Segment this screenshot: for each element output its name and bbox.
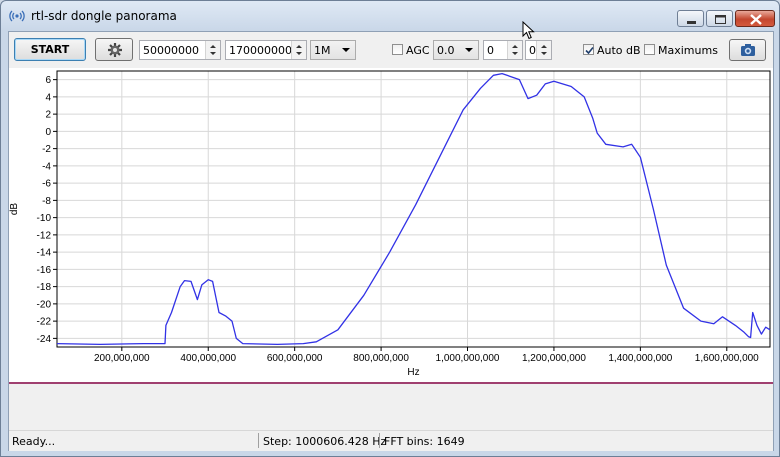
y-tick-label: -16 [37, 265, 52, 276]
step-select[interactable]: 1M [310, 40, 356, 60]
x-tick-label: 400,000,000 [180, 353, 236, 364]
gain-select[interactable]: 0.0 [433, 40, 479, 60]
status-separator [379, 433, 380, 448]
y-tick-label: -4 [42, 161, 51, 172]
gear-icon [108, 43, 122, 57]
maximums-label: Maximums [658, 44, 718, 57]
end-frequency-stepper[interactable] [291, 41, 306, 59]
status-fft-bins: FFT bins: 1649 [384, 435, 465, 448]
x-tick-label: 600,000,000 [267, 353, 323, 364]
waterfall-panel [9, 384, 773, 429]
minimize-icon [687, 21, 696, 24]
status-bar: Ready... Step: 1000606.428 Hz FFT bins: … [9, 430, 773, 451]
start-frequency-input[interactable]: 50000000 [139, 40, 221, 60]
spectrum-plot[interactable]: 6 4 2 0 -2 -4 -6 -8 -10 -12 -14 -16 -18 -20 -22 -24 200,… [9, 68, 773, 382]
offset-value: 0 [529, 44, 536, 57]
x-tick-label: 200,000,000 [94, 353, 150, 364]
x-tick-label: 1,400,000,000 [608, 353, 672, 364]
correction-stepper[interactable] [507, 41, 522, 59]
gain-select-value: 0.0 [437, 44, 455, 57]
close-button[interactable] [735, 10, 775, 27]
end-frequency-input[interactable]: 1700000000 [225, 40, 307, 60]
auto-db-checkbox[interactable] [583, 44, 594, 55]
antenna-icon [9, 10, 25, 22]
y-tick-label: -8 [42, 196, 51, 207]
status-message: Ready... [12, 435, 56, 448]
y-tick-label: -22 [37, 317, 52, 328]
window-title: rtl-sdr dongle panorama [31, 9, 177, 23]
start-frequency-stepper[interactable] [205, 41, 220, 59]
chevron-down-icon [342, 48, 350, 52]
status-separator [258, 433, 259, 448]
screenshot-button[interactable] [729, 39, 766, 61]
offset-input[interactable]: 0 [525, 40, 552, 60]
x-axis-label: Hz [407, 367, 419, 378]
close-icon [750, 14, 762, 25]
y-tick-label: -20 [37, 299, 52, 310]
main-window: rtl-sdr dongle panorama START 50000000 1… [0, 0, 780, 457]
agc-label: AGC [406, 44, 430, 57]
y-tick-label: -10 [37, 213, 52, 224]
start-frequency-value: 50000000 [143, 44, 199, 57]
offset-stepper[interactable] [536, 41, 551, 59]
checkmark-icon [585, 46, 594, 55]
y-tick-label: -18 [37, 282, 52, 293]
auto-db-label: Auto dB [597, 44, 641, 57]
end-frequency-value: 1700000000 [229, 44, 299, 57]
y-tick-label: -2 [42, 144, 51, 155]
mouse-pointer-icon [522, 21, 535, 40]
settings-button[interactable] [95, 38, 133, 61]
y-tick-label: 0 [45, 127, 51, 138]
maximize-button[interactable] [706, 10, 733, 27]
minimize-button[interactable] [677, 10, 704, 27]
y-axis-label: dB [9, 203, 20, 216]
camera-icon [741, 44, 755, 56]
maximize-icon [715, 15, 726, 24]
y-tick-label: -6 [42, 179, 51, 190]
correction-input[interactable]: 0 [483, 40, 523, 60]
start-button[interactable]: START [14, 38, 86, 61]
spectrum-chart[interactable]: 6 4 2 0 -2 -4 -6 -8 -10 -12 -14 -16 -18 -20 -22 -24 200,… [9, 68, 773, 382]
x-tick-label: 1,200,000,000 [522, 353, 586, 364]
app-client-area: START 50000000 1700000000 1M AGC 0.0 0 0… [8, 31, 774, 451]
x-tick-label: 1,000,000,000 [436, 353, 500, 364]
status-step: Step: 1000606.428 Hz [263, 435, 387, 448]
x-tick-label: 1,600,000,000 [695, 353, 759, 364]
y-tick-label: -14 [37, 248, 52, 259]
y-tick-label: 6 [45, 75, 51, 86]
chevron-down-icon [465, 48, 473, 52]
step-select-value: 1M [314, 44, 331, 57]
maximums-checkbox[interactable] [644, 44, 655, 55]
y-tick-label: -12 [37, 230, 52, 241]
agc-checkbox[interactable] [392, 44, 403, 55]
y-tick-label: -24 [37, 334, 52, 345]
y-tick-label: 2 [45, 110, 51, 121]
y-tick-label: 4 [45, 92, 51, 103]
correction-value: 0 [487, 44, 494, 57]
x-tick-label: 800,000,000 [353, 353, 409, 364]
title-bar[interactable]: rtl-sdr dongle panorama [1, 1, 779, 31]
